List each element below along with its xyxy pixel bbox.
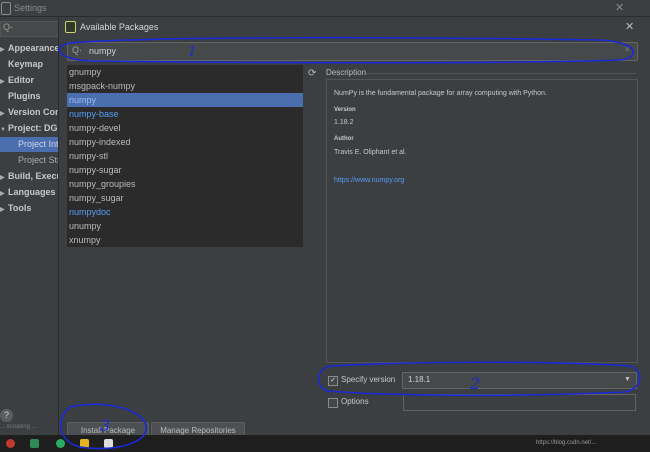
sidebar-item-label: Project Inte	[18, 139, 58, 149]
homepage-link[interactable]: https://www.numpy.org	[334, 177, 404, 184]
chevron-right-icon: ▶	[0, 47, 5, 53]
description-summary: NumPy is the fundamental package for arr…	[334, 90, 547, 97]
chevron-right-icon: ▶	[0, 175, 5, 181]
package-search-value: numpy	[89, 46, 117, 56]
dialog-app-icon	[65, 21, 76, 33]
sidebar-search-icon: Q-	[3, 22, 13, 32]
taskbar-url-text: https://blog.csdn.net/...	[536, 440, 597, 446]
clear-search-icon[interactable]: ✕	[624, 45, 631, 54]
sidebar-item-label: Appearance &	[8, 43, 58, 53]
package-row[interactable]: numpydoc	[67, 205, 303, 219]
sidebar-item-4[interactable]: ▶ Version Cont	[0, 105, 58, 120]
chevron-down-icon: ▼	[0, 127, 6, 133]
folder-taskbar-icon[interactable]	[80, 439, 89, 448]
sidebar-item-label: Version Cont	[8, 107, 58, 117]
package-row[interactable]: msgpack-numpy	[67, 79, 303, 93]
sidebar-search-input[interactable]: Q-	[0, 21, 58, 37]
sidebar-item-label: Tools	[8, 203, 32, 213]
sidebar-item-label: Editor	[8, 75, 34, 85]
dialog-close-icon[interactable]: ✕	[625, 20, 634, 33]
settings-close-icon[interactable]: ✕	[615, 1, 624, 14]
description-label: Description	[326, 68, 367, 77]
pycharm-taskbar-icon[interactable]	[30, 439, 39, 448]
sidebar-item-label: Project Stru	[18, 155, 58, 165]
package-row[interactable]: numpy-base	[67, 107, 303, 121]
sidebar-item-2[interactable]: ▶ Editor	[0, 73, 58, 88]
options-input[interactable]	[403, 394, 636, 411]
description-panel: NumPy is the fundamental package for arr…	[326, 79, 638, 363]
sidebar-item-6[interactable]: Project Inte	[0, 137, 58, 152]
options-checkbox[interactable]	[328, 398, 338, 408]
version-heading: Version	[334, 107, 356, 113]
package-row[interactable]: numpy	[67, 93, 303, 107]
author-value: Travis E. Oliphant et al.	[334, 149, 407, 156]
wechat-taskbar-icon[interactable]	[56, 439, 65, 448]
version-value: 1.18.2	[334, 119, 354, 126]
sidebar-item-3[interactable]: Plugins	[0, 89, 58, 104]
chrome-taskbar-icon[interactable]	[6, 439, 15, 448]
chevron-right-icon: ▶	[0, 79, 5, 85]
settings-title: Settings	[14, 3, 47, 13]
specify-version-checkbox[interactable]: ✓	[328, 376, 338, 386]
specify-version-label: Specify version	[341, 375, 396, 384]
package-row[interactable]: numpy_sugar	[67, 191, 303, 205]
chevron-right-icon: ▶	[0, 207, 5, 213]
sidebar-item-5[interactable]: ▼Project: DGN	[0, 121, 58, 136]
reload-list-icon[interactable]: ⟳	[308, 68, 316, 79]
sidebar-item-8[interactable]: ▶Build, Execut	[0, 169, 58, 184]
taskbar: https://blog.csdn.net/...	[0, 435, 650, 452]
help-button[interactable]: ?	[0, 409, 13, 422]
search-icon: Q·	[72, 45, 82, 55]
package-row[interactable]: numpy-devel	[67, 121, 303, 135]
status-fragment: ... installing ...	[0, 424, 37, 430]
version-select[interactable]: 1.18.1 ▼	[402, 372, 637, 389]
sidebar-item-0[interactable]: ▶Appearance &	[0, 41, 58, 56]
package-list-empty-area	[67, 247, 303, 423]
sidebar-item-label: Build, Execut	[8, 171, 58, 181]
document-taskbar-icon[interactable]	[104, 439, 113, 448]
package-search-input[interactable]: Q· numpy ✕	[67, 42, 638, 61]
options-label: Options	[341, 397, 369, 406]
package-row[interactable]: gnumpy	[67, 65, 303, 79]
package-row[interactable]: numpy_groupies	[67, 177, 303, 191]
package-row[interactable]: unumpy	[67, 219, 303, 233]
sidebar-item-label: Plugins	[8, 91, 41, 101]
available-packages-dialog: Available Packages ✕ Q· numpy ✕ gnumpy ms…	[58, 17, 650, 439]
sidebar-item-10[interactable]: ▶ Tools	[0, 201, 58, 216]
sidebar-item-7[interactable]: Project Stru	[0, 153, 58, 168]
package-row[interactable]: numpy-sugar	[67, 163, 303, 177]
package-row[interactable]: xnumpy	[67, 233, 303, 247]
sidebar-item-label: Keymap	[8, 59, 44, 69]
settings-sidebar: Q- ▶Appearance &Keymap▶EditorPlugins▶Ver…	[0, 17, 58, 435]
sidebar-item-1[interactable]: Keymap	[0, 57, 58, 72]
chevron-right-icon: ▶	[0, 191, 5, 197]
package-list: gnumpy msgpack-numpy numpy numpy-base numpy-…	[67, 65, 303, 247]
dialog-title: Available Packages	[80, 22, 159, 32]
version-select-value: 1.18.1	[408, 375, 431, 384]
pycharm-app-icon	[1, 2, 11, 15]
chevron-down-icon: ▼	[624, 376, 631, 383]
package-row[interactable]: numpy-stl	[67, 149, 303, 163]
package-row[interactable]: numpy-indexed	[67, 135, 303, 149]
sidebar-item-label: Project: DGN	[8, 123, 58, 133]
settings-titlebar: Settings ✕	[0, 0, 650, 17]
author-heading: Author	[334, 136, 354, 142]
description-divider	[366, 73, 636, 74]
sidebar-item-9[interactable]: ▶Languages &	[0, 185, 58, 200]
chevron-right-icon: ▶	[0, 111, 5, 117]
sidebar-item-label: Languages &	[8, 187, 58, 197]
